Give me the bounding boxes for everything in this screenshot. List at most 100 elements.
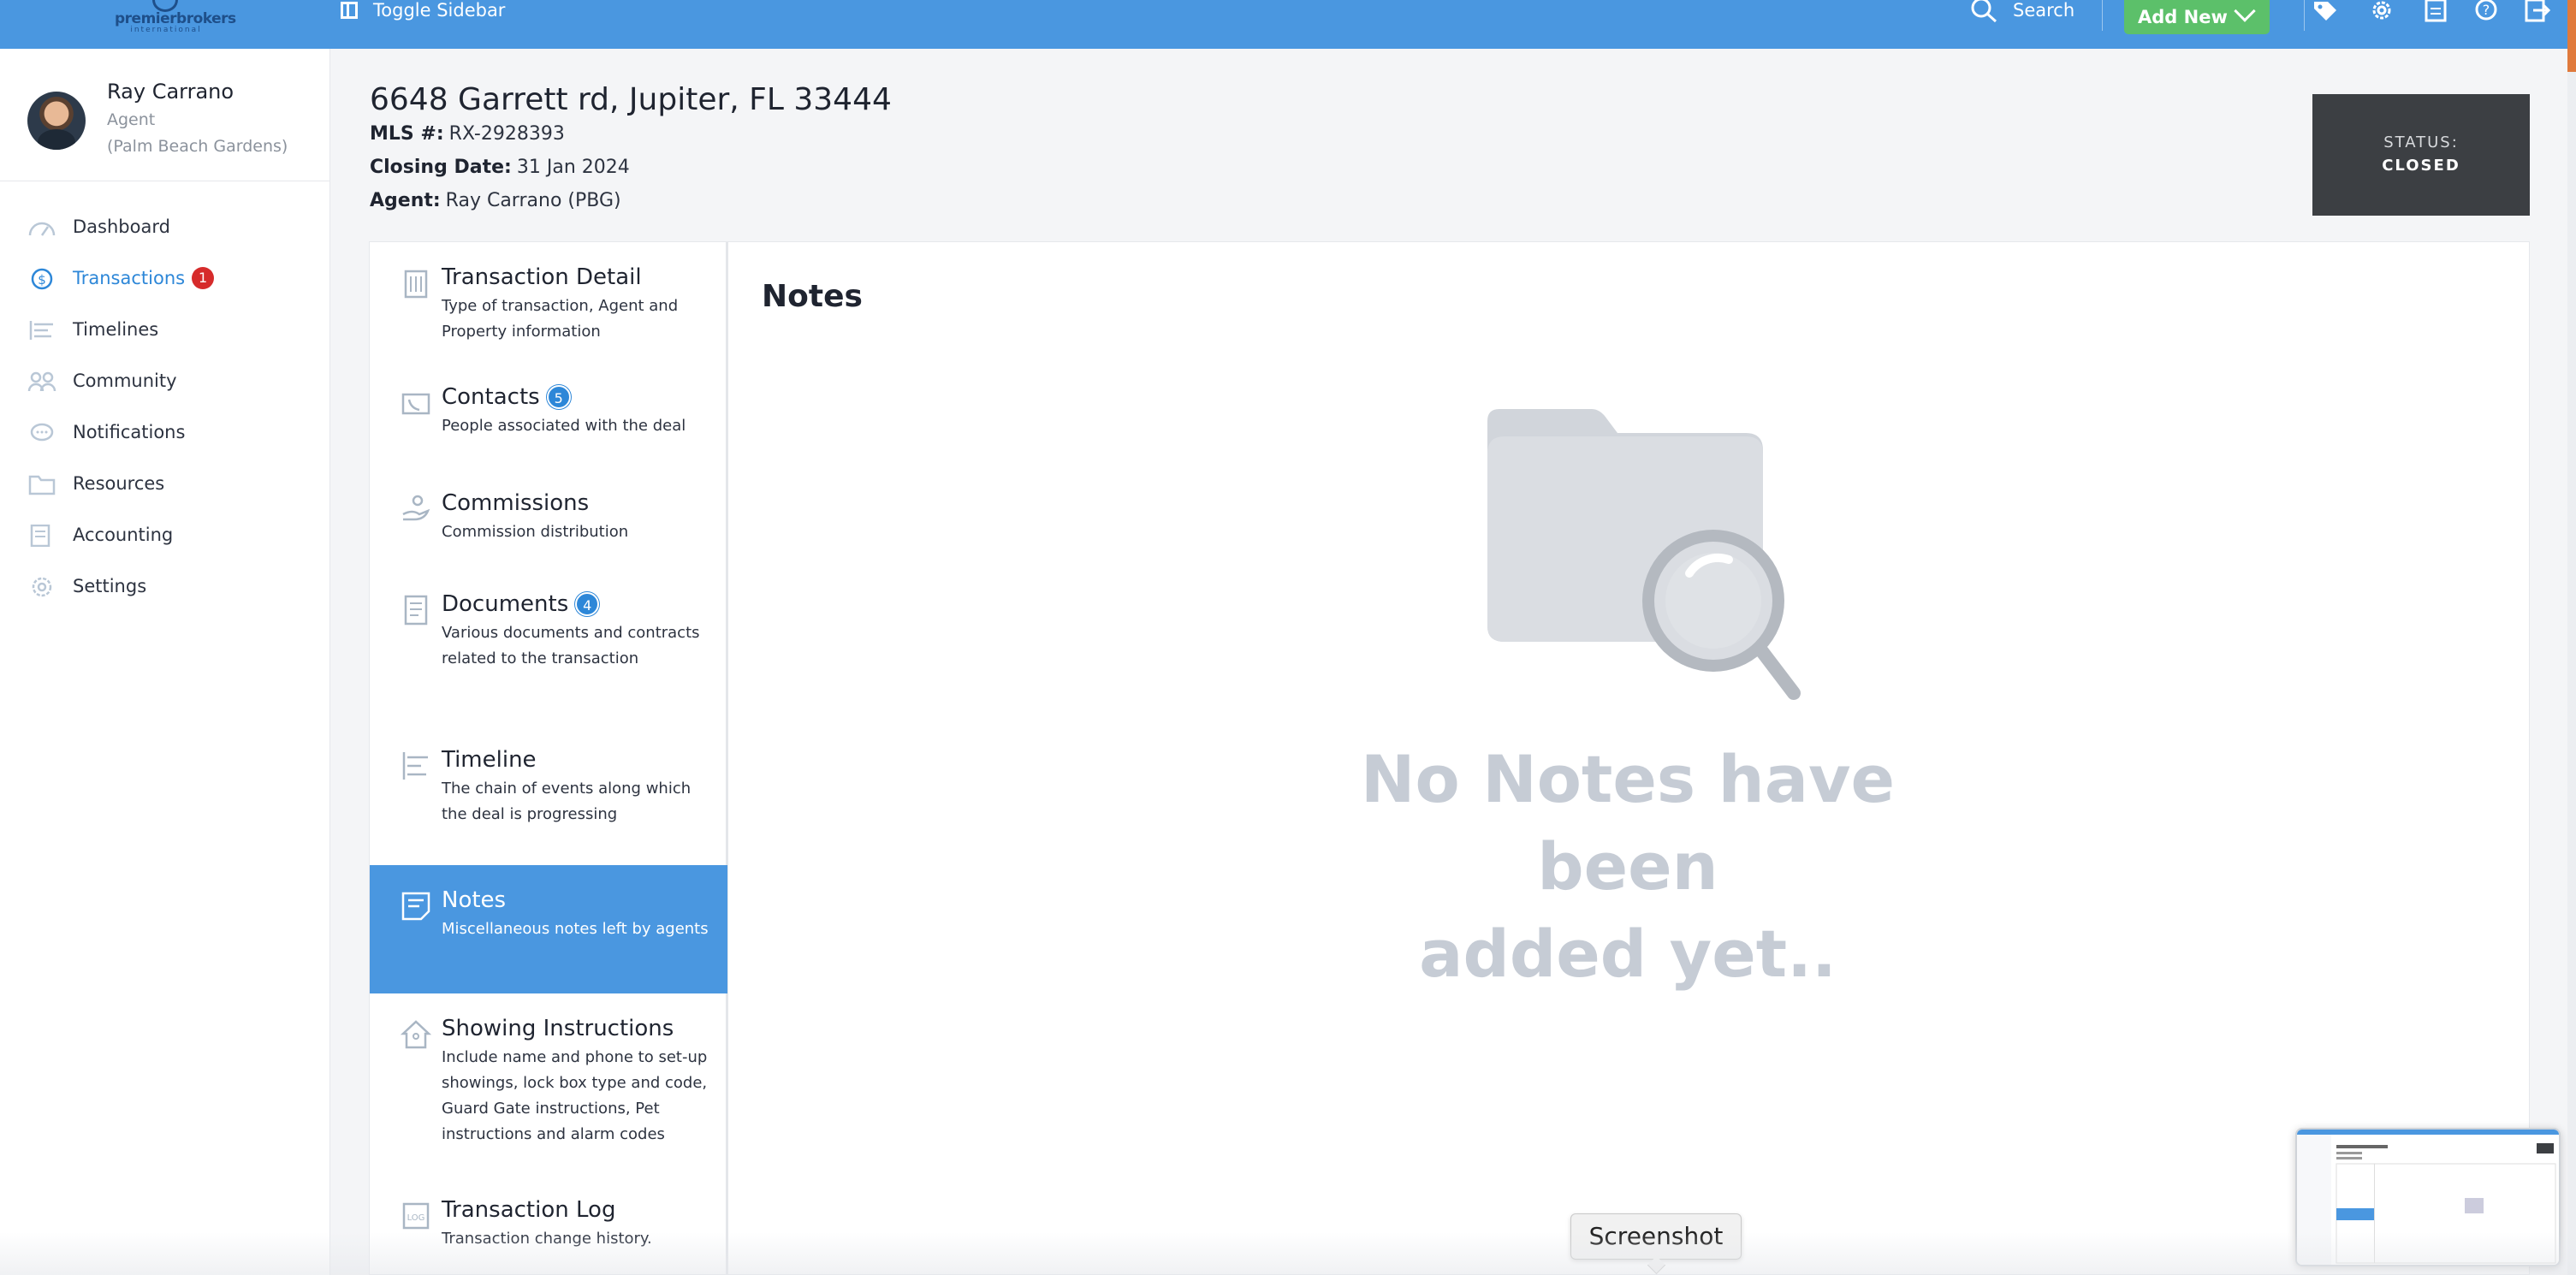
mls-label: MLS #: bbox=[370, 123, 444, 145]
sidebar-item-accounting[interactable]: Accounting bbox=[0, 509, 330, 560]
note-icon bbox=[401, 892, 430, 921]
svg-text:?: ? bbox=[2483, 2, 2490, 18]
user-name: Ray Carrano bbox=[107, 80, 234, 104]
sidebar-item-dashboard[interactable]: Dashboard bbox=[0, 201, 330, 252]
logo[interactable]: premierbrokers international bbox=[110, 0, 236, 34]
tab-documents[interactable]: Documents 4 Various documents and contrac… bbox=[370, 569, 727, 725]
phone-icon bbox=[401, 393, 430, 415]
settings-icon bbox=[32, 577, 52, 597]
log-icon: LOG bbox=[402, 1202, 430, 1230]
logo-sub: international bbox=[130, 26, 202, 34]
chevron-down-icon bbox=[2234, 0, 2256, 22]
sidebar-toggle-icon bbox=[341, 2, 358, 19]
sidebar-item-label: Settings bbox=[73, 576, 147, 596]
mls-row: MLS #: RX-2928393 bbox=[370, 123, 565, 145]
user-profile[interactable]: Ray Carrano Agent (Palm Beach Gardens) bbox=[0, 49, 330, 181]
resources-icon bbox=[28, 475, 56, 495]
building-icon bbox=[404, 270, 428, 299]
sidebar-item-label: Notifications bbox=[73, 422, 186, 442]
tab-notes[interactable]: Notes Miscellaneous notes left by agents bbox=[370, 865, 727, 993]
accounting-icon bbox=[30, 525, 50, 547]
tab-title-text: Timeline bbox=[442, 747, 537, 773]
screenshot-thumbnail[interactable] bbox=[2295, 1128, 2561, 1266]
tab-description: The chain of events along which the deal… bbox=[442, 780, 691, 823]
tab-title: Transaction Detail bbox=[442, 264, 642, 290]
tab-title-text: Commissions bbox=[442, 490, 590, 516]
timeline-icon bbox=[402, 752, 428, 780]
sidebar-item-community[interactable]: Community bbox=[0, 355, 330, 406]
search-button[interactable]: Search bbox=[1970, 0, 2074, 23]
tab-title-text: Contacts bbox=[442, 384, 540, 410]
tab-title: Timeline bbox=[442, 747, 537, 773]
sidebar-item-label: Timelines bbox=[73, 319, 159, 340]
tab-description: Various documents and contracts related … bbox=[442, 624, 700, 667]
tab-transaction-detail[interactable]: Transaction Detail Type of transaction, … bbox=[370, 242, 727, 362]
svg-text:LOG: LOG bbox=[407, 1213, 425, 1223]
tab-timeline[interactable]: Timeline The chain of events along which… bbox=[370, 725, 727, 853]
gear-icon[interactable] bbox=[2369, 0, 2395, 22]
sidebar-item-notifications[interactable]: Notifications bbox=[0, 406, 330, 458]
hand-coin-icon bbox=[402, 495, 430, 521]
sidebar-item-resources[interactable]: Resources bbox=[0, 458, 330, 509]
closing-date-row: Closing Date: 31 Jan 2024 bbox=[370, 157, 630, 178]
sidebar-item-transactions[interactable]: $ Transactions 1 bbox=[0, 252, 330, 304]
screenshot-tooltip: Screenshot bbox=[1570, 1213, 1742, 1260]
notifications-icon bbox=[30, 423, 54, 442]
add-new-label: Add New bbox=[2138, 7, 2228, 27]
tab-commissions[interactable]: Commissions Commission distribution bbox=[370, 468, 727, 569]
sidebar-item-label: Accounting bbox=[73, 525, 174, 545]
tab-showing-instructions[interactable]: Showing Instructions Include name and ph… bbox=[370, 993, 727, 1175]
logout-icon[interactable] bbox=[2525, 0, 2550, 22]
empty-state-line-1: No Notes have been bbox=[1360, 741, 1896, 904]
tab-description: Include name and phone to set-up showing… bbox=[442, 1048, 708, 1143]
agent-value: Ray Carrano (PBG) bbox=[445, 190, 621, 211]
add-new-button[interactable]: Add New bbox=[2124, 0, 2270, 34]
status-value: CLOSED bbox=[2382, 157, 2460, 175]
tag-icon[interactable] bbox=[2311, 0, 2340, 22]
document-icon bbox=[404, 595, 428, 626]
community-icon bbox=[27, 371, 56, 392]
help-icon[interactable]: ? bbox=[2473, 0, 2499, 22]
tab-title-text: Documents bbox=[442, 591, 569, 617]
closing-date-value: 31 Jan 2024 bbox=[516, 157, 630, 178]
timelines-icon bbox=[29, 321, 53, 340]
transactions-icon: $ bbox=[31, 268, 53, 290]
tab-transaction-log[interactable]: LOG Transaction Log Transaction change h… bbox=[370, 1175, 727, 1275]
sidebar-nav: Dashboard $ Transactions 1 Timelines Com… bbox=[0, 201, 330, 612]
user-role: Agent bbox=[107, 110, 156, 129]
tab-title: Documents 4 bbox=[442, 591, 600, 617]
tab-contacts[interactable]: Contacts 5 People associated with the dea… bbox=[370, 362, 727, 468]
search-icon bbox=[1971, 0, 1997, 23]
status-badge: STATUS: CLOSED bbox=[2312, 94, 2530, 216]
calculator-icon[interactable] bbox=[2424, 0, 2448, 22]
tab-description: Type of transaction, Agent and Property … bbox=[442, 297, 679, 341]
toggle-sidebar-button[interactable]: Toggle Sidebar bbox=[341, 0, 505, 21]
agent-row: Agent: Ray Carrano (PBG) bbox=[370, 190, 621, 211]
page-title: 6648 Garrett rd, Jupiter, FL 33444 bbox=[370, 82, 892, 117]
tab-title-text: Notes bbox=[442, 887, 507, 913]
tab-description: Transaction change history. bbox=[442, 1230, 652, 1248]
sidebar: Ray Carrano Agent (Palm Beach Gardens) D… bbox=[0, 49, 330, 1275]
divider bbox=[2102, 0, 2103, 31]
empty-state-line-2: added yet.. bbox=[1419, 916, 1837, 992]
sidebar-item-label: Community bbox=[73, 371, 177, 391]
documents-count-badge: 4 bbox=[575, 592, 600, 616]
tab-description: People associated with the deal bbox=[442, 417, 686, 435]
section-title: Notes bbox=[762, 279, 863, 314]
sidebar-item-label: Dashboard bbox=[73, 216, 170, 237]
sidebar-item-label: Resources bbox=[73, 473, 165, 494]
scrollbar-track[interactable] bbox=[2567, 72, 2576, 1275]
tab-description: Miscellaneous notes left by agents bbox=[442, 920, 709, 938]
avatar[interactable] bbox=[27, 92, 86, 150]
transaction-tabs: Transaction Detail Type of transaction, … bbox=[370, 242, 728, 1275]
contacts-count-badge: 5 bbox=[546, 385, 571, 409]
tab-title: Transaction Log bbox=[442, 1197, 615, 1223]
dashboard-icon bbox=[28, 222, 56, 236]
tab-title: Notes bbox=[442, 887, 506, 913]
transactions-count-badge: 1 bbox=[192, 267, 215, 289]
mls-value: RX-2928393 bbox=[448, 123, 565, 145]
sidebar-item-settings[interactable]: Settings bbox=[0, 560, 330, 612]
sidebar-item-timelines[interactable]: Timelines bbox=[0, 304, 330, 355]
tab-title-text: Showing Instructions bbox=[442, 1016, 674, 1041]
tab-title: Commissions bbox=[442, 490, 589, 516]
